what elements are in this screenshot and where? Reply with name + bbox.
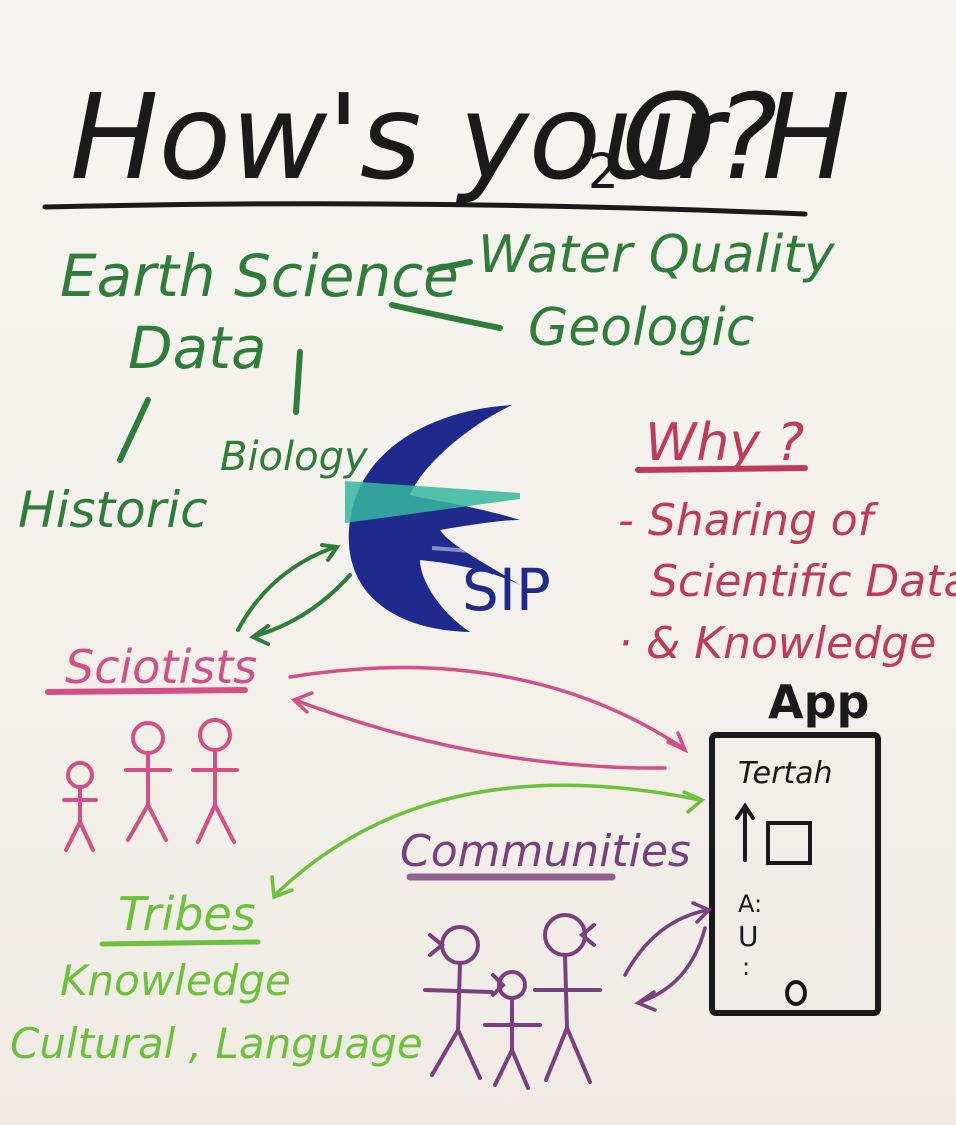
arrow-scientists-to-app bbox=[288, 665, 685, 750]
geologic-label: Geologic bbox=[528, 298, 754, 358]
communities-app-arrows bbox=[623, 901, 713, 1012]
arrow-app-to-scientists bbox=[293, 698, 667, 770]
app-row-text-1: A: bbox=[738, 890, 762, 918]
tribes-label: Tribes bbox=[118, 887, 256, 941]
scientists-label: Sciotists bbox=[65, 640, 257, 694]
sketch-canvas: How's your H 2 O? Earth Science Data Wat… bbox=[10, 68, 956, 1090]
arrow-app-tribes-head-app bbox=[682, 790, 706, 814]
esip-logo: SIP bbox=[345, 405, 551, 632]
scientist-figure-3 bbox=[191, 718, 239, 844]
title: How's your H 2 O? bbox=[42, 68, 850, 217]
esip-scientists-arrows bbox=[236, 543, 352, 646]
arrow-scientists-to-app-head bbox=[666, 731, 689, 754]
water-quality-label: Water Quality bbox=[478, 225, 836, 285]
title-tail: O? bbox=[622, 68, 778, 206]
why-bullet-1: - Sharing of bbox=[618, 495, 880, 546]
scientist-figure-1 bbox=[62, 761, 98, 852]
app-image-placeholder bbox=[766, 821, 812, 865]
app-row-text-3: : bbox=[742, 953, 750, 981]
connector-historic bbox=[117, 397, 151, 463]
app-home-button-icon bbox=[785, 980, 807, 1006]
why-bullet-3: · & Knowledge bbox=[618, 618, 936, 669]
communities-section: Communities bbox=[400, 826, 713, 1090]
why-bullet-2: Scientific Data bbox=[650, 556, 956, 607]
arrow-to-esip bbox=[236, 545, 337, 632]
scientists-underline bbox=[45, 687, 248, 695]
arrow-communities-to-app bbox=[623, 908, 710, 977]
community-figure-1 bbox=[423, 925, 494, 1080]
tribes-underline bbox=[99, 939, 261, 947]
esip-text: SIP bbox=[462, 556, 551, 624]
title-subscript: 2 bbox=[588, 144, 619, 200]
historic-label: Historic bbox=[18, 481, 208, 539]
why-underline bbox=[635, 465, 808, 473]
scientists-app-arrows bbox=[288, 665, 689, 770]
tribes-knowledge: Knowledge bbox=[60, 956, 291, 1005]
biology-label: Biology bbox=[220, 434, 369, 480]
communities-label: Communities bbox=[400, 826, 691, 877]
scientist-figures bbox=[62, 718, 239, 852]
earth-science-label: Earth Science bbox=[60, 242, 459, 310]
app-row-text-2: U bbox=[738, 920, 759, 953]
scientist-figure-2 bbox=[124, 721, 172, 842]
whiteboard: How's your H 2 O? Earth Science Data Wat… bbox=[0, 0, 956, 1125]
app-label: App bbox=[768, 675, 869, 729]
data-label: Data bbox=[128, 314, 267, 382]
why-section: Why ? - Sharing of Scientific Data · & K… bbox=[618, 413, 956, 669]
tribes-culture-language: Cultural , Language bbox=[10, 1019, 423, 1068]
tribes-section: Tribes Knowledge Cultural , Language bbox=[10, 887, 423, 1068]
app-section: App Tertah A: U : bbox=[709, 675, 881, 1016]
app-up-arrow-icon bbox=[735, 802, 755, 862]
community-figure-3 bbox=[533, 913, 602, 1084]
app-screen-title: Tertah bbox=[738, 756, 833, 791]
community-figures bbox=[423, 913, 602, 1090]
why-heading: Why ? bbox=[645, 413, 804, 473]
connector-biology bbox=[293, 349, 303, 415]
community-figure-2 bbox=[483, 970, 542, 1090]
scientists-section: Sciotists bbox=[45, 640, 257, 852]
